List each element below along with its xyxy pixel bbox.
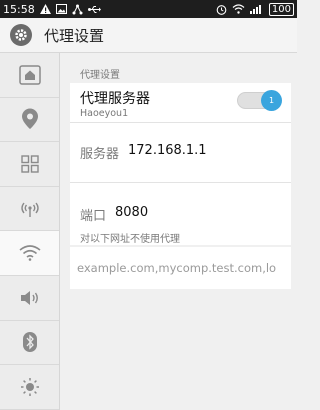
sidebar-item-location[interactable] bbox=[0, 98, 59, 143]
home-icon bbox=[18, 65, 41, 85]
proxy-toggle[interactable]: 1 bbox=[237, 90, 282, 111]
proxy-server-row[interactable]: 代理服务器 Haoeyou1 1 bbox=[70, 83, 291, 123]
sidebar-item-hotspot[interactable] bbox=[0, 187, 59, 232]
volume-icon bbox=[20, 290, 38, 305]
page-title: 代理设置 bbox=[44, 26, 105, 45]
bypass-input-card[interactable]: example.com,mycomp.test.com,lo bbox=[70, 247, 291, 289]
sidebar-item-sound[interactable] bbox=[0, 276, 59, 321]
port-label: 端口 bbox=[80, 209, 107, 224]
wifi-icon bbox=[19, 245, 40, 261]
location-icon bbox=[21, 108, 38, 130]
settings-gear-icon[interactable] bbox=[10, 24, 32, 46]
port-value: 8080 bbox=[115, 205, 149, 220]
warning-icon bbox=[39, 4, 51, 14]
sidebar-item-wifi[interactable] bbox=[0, 231, 59, 276]
sidebar-nav bbox=[0, 53, 60, 410]
bypass-section-label: 对以下网址不使用代理 bbox=[80, 234, 180, 245]
apps-grid-icon bbox=[20, 155, 39, 173]
antenna-icon bbox=[20, 202, 39, 217]
image-icon bbox=[55, 4, 67, 14]
sidebar-item-home[interactable] bbox=[0, 53, 59, 98]
bypass-list-input[interactable]: example.com,mycomp.test.com,lo bbox=[77, 261, 276, 275]
bluetooth-icon bbox=[22, 332, 37, 353]
battery-level: 100 bbox=[268, 2, 294, 16]
wifi-signal-icon bbox=[232, 4, 245, 14]
app-header: 代理设置 bbox=[0, 18, 297, 53]
proxy-server-subtitle: Haoeyou1 bbox=[80, 108, 129, 119]
sidebar-item-apps[interactable] bbox=[0, 142, 59, 187]
server-row[interactable]: 服务器 172.168.1.1 bbox=[70, 123, 291, 183]
brightness-icon bbox=[20, 377, 39, 396]
proxy-settings-card: 代理服务器 Haoeyou1 1 服务器 172.168.1.1 端口 8080 bbox=[70, 83, 291, 245]
section-label-proxy: 代理设置 bbox=[80, 70, 120, 81]
server-label: 服务器 bbox=[80, 147, 120, 162]
cell-signal-icon bbox=[249, 5, 261, 14]
network-share-icon bbox=[72, 4, 83, 14]
status-time: 15:58 bbox=[3, 2, 35, 16]
usb-icon bbox=[87, 5, 101, 13]
proxy-server-title: 代理服务器 bbox=[80, 91, 150, 107]
sidebar-item-display[interactable] bbox=[0, 365, 59, 410]
status-bar: 15:58 100 bbox=[0, 0, 297, 18]
proxy-settings-panel: 代理设置 代理服务器 Haoeyou1 1 服务器 172.168.1.1 端口… bbox=[60, 53, 297, 410]
sidebar-item-bluetooth[interactable] bbox=[0, 321, 59, 366]
alarm-icon bbox=[216, 4, 227, 15]
server-value: 172.168.1.1 bbox=[128, 143, 207, 158]
proxy-toggle-knob: 1 bbox=[261, 90, 282, 111]
